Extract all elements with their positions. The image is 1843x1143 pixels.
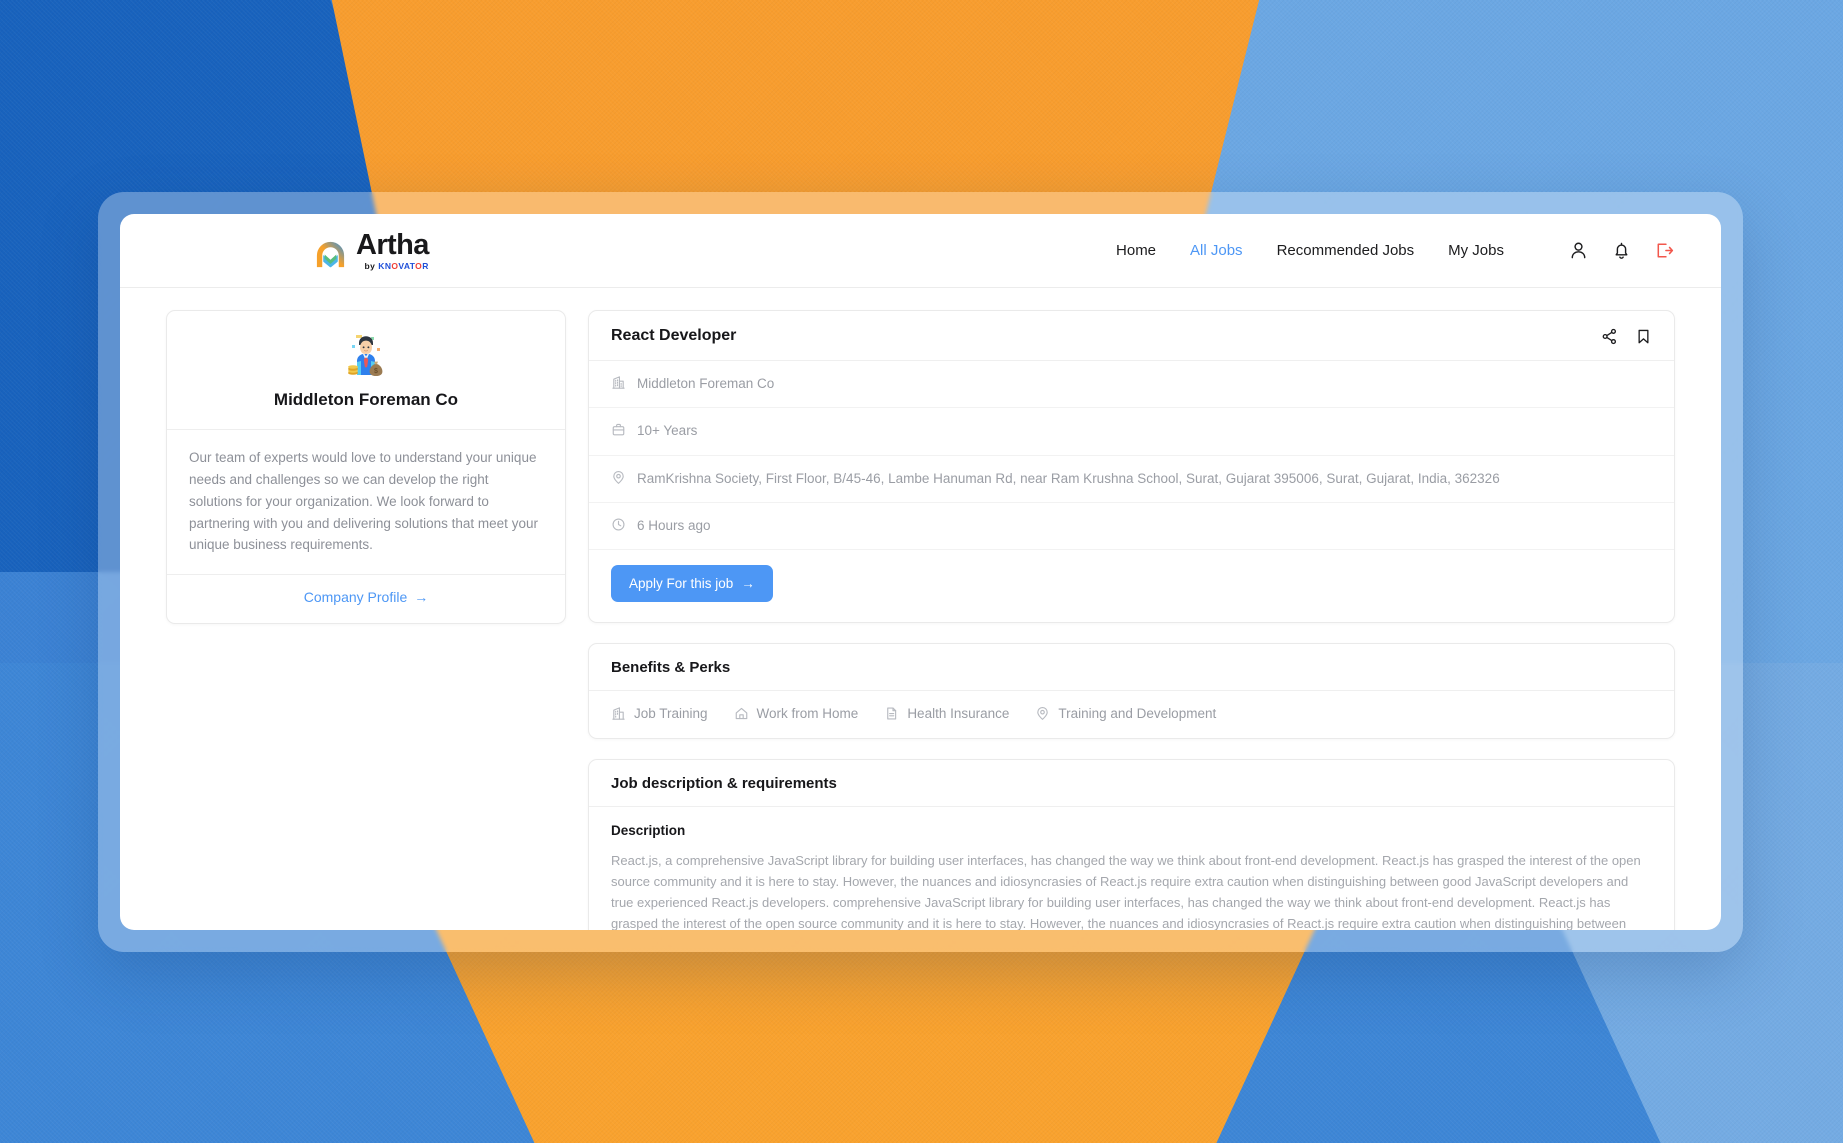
job-title: React Developer (611, 327, 737, 344)
apply-button-label: Apply For this job (629, 576, 734, 591)
nav-link-home[interactable]: Home (1116, 242, 1156, 259)
bell-icon[interactable] (1611, 240, 1632, 261)
app-window: Artha by KNOVATOR Home All Jobs Recommen… (120, 214, 1721, 930)
job-meta-posted: 6 Hours ago (589, 503, 1674, 550)
job-meta-company: Middleton Foreman Co (589, 361, 1674, 409)
briefcase-icon (611, 422, 626, 437)
bookmark-icon[interactable] (1635, 328, 1652, 345)
benefit-label: Job Training (634, 706, 708, 721)
left-column: $ Middleton Foreman Co Our team of exper… (166, 310, 566, 930)
benefit-label: Training and Development (1058, 706, 1217, 721)
benefits-list: Job Training Work from Home Health Insur… (589, 691, 1674, 738)
share-icon[interactable] (1601, 328, 1618, 345)
top-navigation-bar: Artha by KNOVATOR Home All Jobs Recommen… (120, 214, 1721, 288)
benefits-title: Benefits & Perks (589, 644, 1674, 691)
right-column: React Developer Middleton Foreman Co 10+… (588, 310, 1675, 930)
company-name: Middleton Foreman Co (273, 390, 459, 409)
brand-text: Artha by KNOVATOR (356, 228, 429, 271)
job-meta-location: RamKrishna Society, First Floor, B/45-46… (589, 456, 1674, 503)
svg-text:$: $ (374, 368, 378, 375)
job-detail-card: React Developer Middleton Foreman Co 10+… (588, 310, 1675, 623)
brand-by-label: by (364, 260, 376, 271)
job-meta-company-text: Middleton Foreman Co (637, 376, 775, 391)
nav-link-my-jobs[interactable]: My Jobs (1448, 242, 1504, 259)
company-profile-label: Company Profile (303, 589, 408, 606)
location-pin-icon (1035, 706, 1050, 721)
building-icon (611, 375, 626, 390)
company-description: Our team of experts would love to unders… (167, 429, 565, 574)
benefit-label: Work from Home (756, 706, 859, 721)
job-meta-posted-text: 6 Hours ago (637, 517, 711, 533)
businessman-with-money-illustration-icon: $ (341, 331, 391, 381)
nav-link-all-jobs[interactable]: All Jobs (1190, 242, 1243, 259)
building-icon (611, 706, 626, 721)
job-meta-experience: 10+ Years (589, 408, 1674, 456)
company-profile-link-wrap: Company Profile → (167, 574, 565, 623)
clock-icon (611, 517, 626, 532)
arrow-right-icon: → (414, 589, 429, 606)
logout-icon[interactable] (1654, 240, 1675, 261)
job-apply-row: Apply For this job → (589, 550, 1674, 622)
app-window-frame: Artha by KNOVATOR Home All Jobs Recommen… (98, 192, 1743, 952)
company-card: $ Middleton Foreman Co Our team of exper… (166, 310, 566, 625)
benefit-label: Health Insurance (907, 706, 1010, 721)
job-meta-location-text: RamKrishna Society, First Floor, B/45-46… (637, 470, 1500, 486)
benefit-item-health-insurance: Health Insurance (884, 706, 1009, 721)
brand-logo[interactable]: Artha by KNOVATOR (314, 228, 429, 271)
job-description-body: Description React.js, a comprehensive Ja… (589, 807, 1674, 930)
nav-link-recommended-jobs[interactable]: Recommended Jobs (1277, 242, 1415, 259)
page-content: $ Middleton Foreman Co Our team of exper… (120, 288, 1721, 930)
location-pin-icon (611, 470, 626, 485)
benefits-card: Benefits & Perks Job Training Work from … (588, 643, 1675, 739)
company-profile-link[interactable]: Company Profile → (304, 589, 429, 605)
brand-name: Artha (356, 228, 429, 261)
document-icon (884, 706, 899, 721)
home-icon (734, 706, 749, 721)
job-header: React Developer (589, 311, 1674, 361)
description-subtitle: Description (611, 823, 686, 838)
arrow-right-icon: → (741, 576, 755, 591)
brand-subtitle: by KNOVATOR (365, 262, 429, 271)
benefit-item-work-from-home: Work from Home (734, 706, 859, 721)
description-text: React.js, a comprehensive JavaScript lib… (611, 853, 1641, 930)
apply-for-this-job-button[interactable]: Apply For this job → (611, 565, 773, 602)
job-description-title: Job description & requirements (589, 760, 1674, 807)
nav-links: Home All Jobs Recommended Jobs My Jobs (1116, 240, 1675, 261)
user-icon[interactable] (1568, 240, 1589, 261)
artha-arch-logo-icon (314, 237, 347, 270)
benefit-item-job-training: Job Training (611, 706, 708, 721)
brand-parent-label: KNOVATOR (378, 260, 429, 271)
benefit-item-training-and-development: Training and Development (1035, 706, 1216, 721)
job-description-card: Job description & requirements Descripti… (588, 759, 1675, 930)
nav-icon-group (1568, 240, 1675, 261)
job-meta-experience-text: 10+ Years (637, 423, 698, 439)
job-action-icons (1601, 328, 1652, 345)
